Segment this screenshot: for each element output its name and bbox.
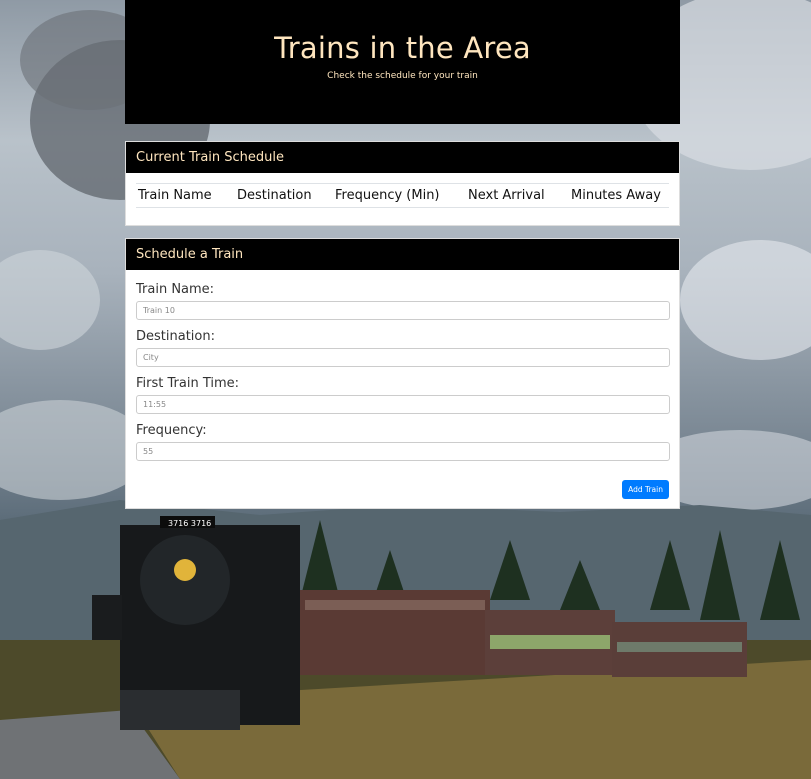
column-minutes-away: Minutes Away (569, 183, 669, 208)
page-title: Trains in the Area (274, 31, 531, 65)
destination-group: Destination: (136, 329, 670, 367)
frequency-group: Frequency: (136, 423, 670, 461)
train-name-input[interactable] (136, 301, 670, 320)
destination-label: Destination: (136, 329, 215, 344)
frequency-input[interactable] (136, 442, 670, 461)
schedule-train-panel: Schedule a Train Train Name: Destination… (125, 238, 680, 509)
schedule-header-row: Train Name Destination Frequency (Min) N… (136, 183, 669, 208)
train-schedule-panel: Current Train Schedule Train Name Destin… (125, 141, 680, 226)
schedule-heading: Current Train Schedule (126, 142, 679, 173)
train-name-label: Train Name: (136, 282, 215, 297)
destination-input[interactable] (136, 348, 670, 367)
train-name-group: Train Name: (136, 282, 670, 320)
schedule-table: Train Name Destination Frequency (Min) N… (136, 183, 669, 208)
form-heading: Schedule a Train (126, 239, 679, 270)
frequency-label: Frequency: (136, 423, 207, 438)
column-train-name: Train Name (136, 183, 235, 208)
column-destination: Destination (235, 183, 333, 208)
page-subtitle: Check the schedule for your train (327, 71, 478, 81)
add-train-button[interactable]: Add Train (622, 480, 669, 499)
column-next-arrival: Next Arrival (466, 183, 569, 208)
first-train-time-label: First Train Time: (136, 376, 240, 391)
first-train-time-group: First Train Time: (136, 376, 670, 414)
first-train-time-input[interactable] (136, 395, 670, 414)
page-header: Trains in the Area Check the schedule fo… (125, 0, 680, 124)
locomotive-number: 3716 3716 (168, 519, 211, 528)
train-form: Train Name: Destination: First Train Tim… (126, 270, 679, 461)
column-frequency: Frequency (Min) (333, 183, 466, 208)
